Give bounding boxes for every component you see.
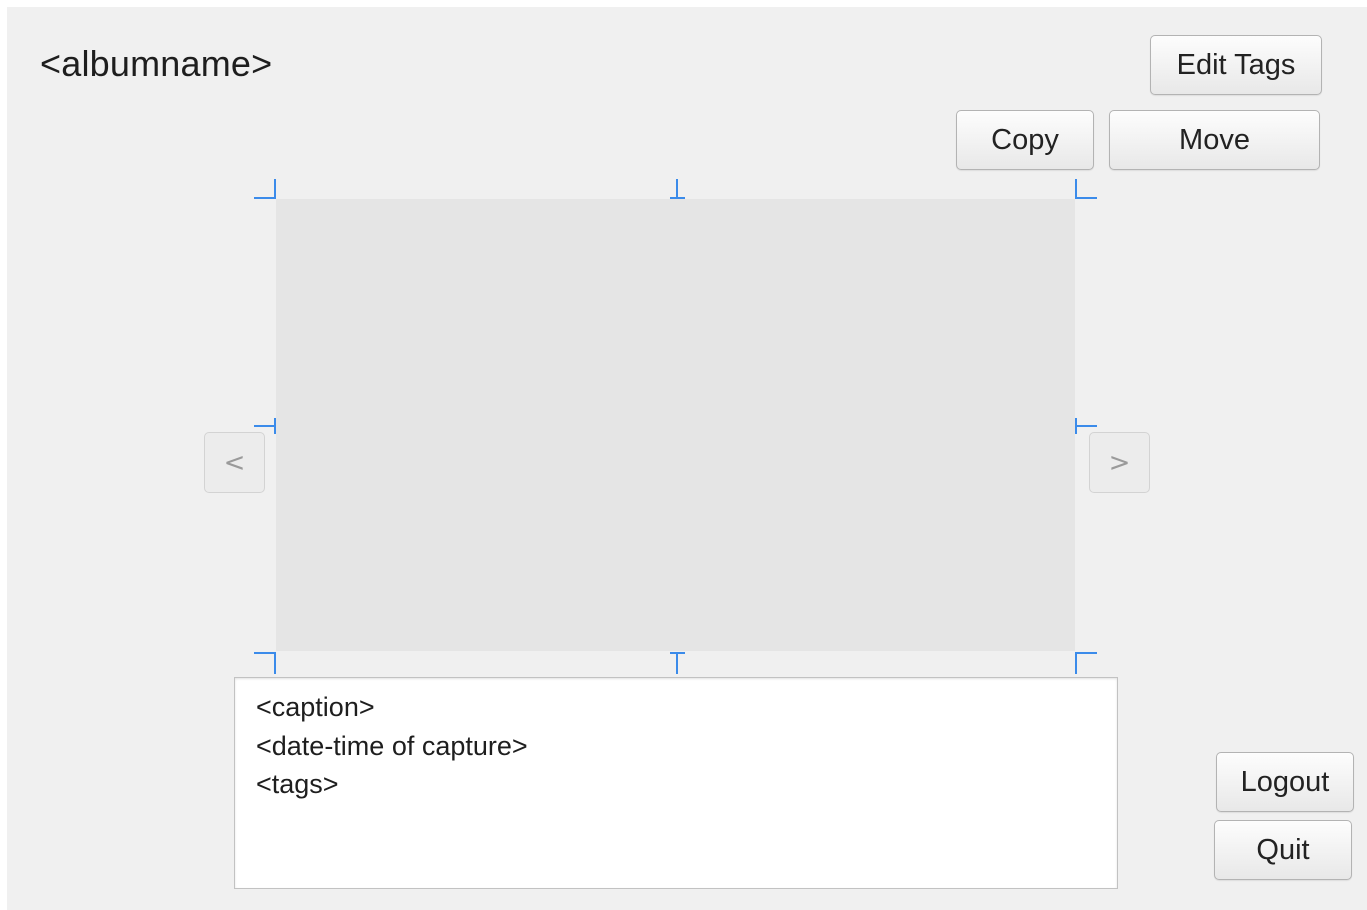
capture-datetime-text: <date-time of capture> (256, 730, 528, 761)
caption-text: <caption> (256, 692, 375, 722)
photo-info-box[interactable]: <caption> <date-time of capture> <tags> (234, 677, 1118, 889)
move-button[interactable]: Move (1109, 110, 1320, 170)
tags-text: <tags> (256, 769, 339, 799)
edit-tags-button[interactable]: Edit Tags (1150, 35, 1322, 95)
photo-display[interactable] (276, 199, 1075, 651)
logout-button[interactable]: Logout (1216, 752, 1354, 812)
chevron-left-icon: < (223, 447, 246, 478)
previous-photo-button[interactable]: < (204, 432, 265, 493)
quit-button[interactable]: Quit (1214, 820, 1352, 880)
chevron-right-icon: > (1108, 447, 1131, 478)
copy-button[interactable]: Copy (956, 110, 1094, 170)
album-name: <albumname> (40, 43, 273, 84)
next-photo-button[interactable]: > (1089, 432, 1150, 493)
